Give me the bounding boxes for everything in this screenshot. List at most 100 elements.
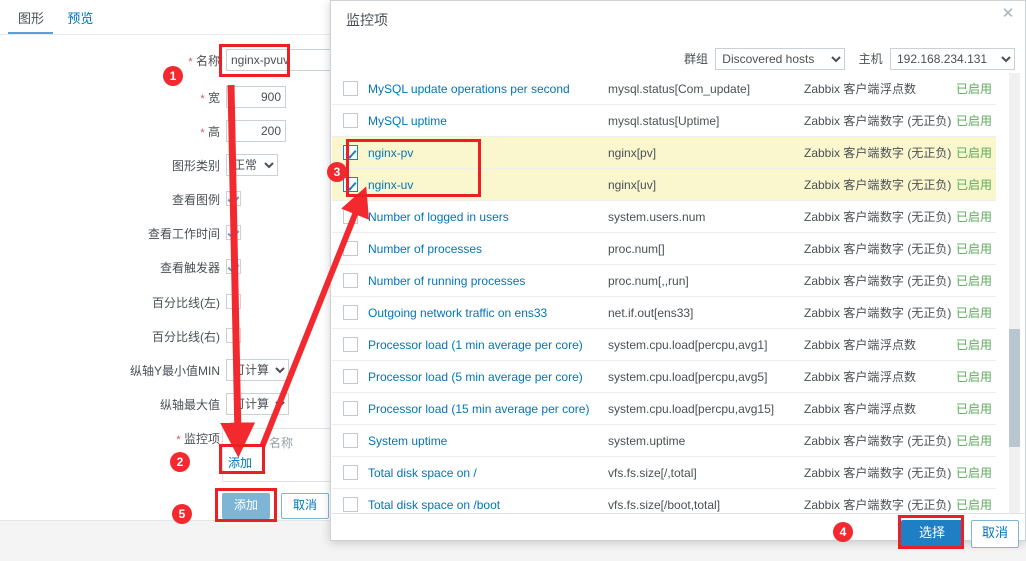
row-checkbox-cell[interactable] [332,200,368,233]
item-list-scroll-area[interactable]: MySQL update operations per second mysql.… [332,73,996,513]
row-checkbox[interactable] [342,273,358,289]
item-name-cell[interactable]: nginx-uv [368,168,608,201]
table-row[interactable]: nginx-uv nginx[uv] Zabbix 客户端 数字 (无正负) 已启用 [332,168,996,201]
group-filter-label: 群组 [683,52,708,66]
row-checkbox-cell[interactable] [332,296,368,329]
item-name-cell[interactable]: Total disk space on /boot [368,488,608,513]
tab-graph[interactable]: 图形 [8,6,54,33]
table-row[interactable]: nginx-pv nginx[pv] Zabbix 客户端 数字 (无正负) 已启用 [332,136,996,169]
graph-type-select[interactable]: 正常 [226,154,278,176]
row-checkbox-cell[interactable] [332,424,368,457]
item-status-cell-text: 已启用 [956,306,993,320]
dialog-scrollbar-track[interactable] [1009,73,1020,513]
percentile-right-checkbox[interactable] [226,328,241,343]
item-key-cell: system.cpu.load[percpu,avg15] [608,392,804,425]
row-checkbox[interactable] [342,433,358,449]
dialog-select-button[interactable]: 选择 [901,520,963,548]
item-name-cell[interactable]: System uptime [368,424,608,457]
graph-width-input[interactable] [226,86,286,108]
item-value-type-cell: 数字 (无正负) [880,232,956,265]
form-submit-button[interactable]: 添加 [222,493,270,519]
form-cancel-button[interactable]: 取消 [281,493,329,519]
tab-preview[interactable]: 预览 [57,6,103,33]
table-row[interactable]: Processor load (5 min average per core) s… [332,360,996,393]
graph-height-input[interactable] [226,120,286,142]
row-checkbox[interactable] [342,177,358,193]
ymax-select[interactable]: 可计算的 [226,393,289,415]
row-checkbox[interactable] [342,113,358,129]
item-value-type-cell: 数字 (无正负) [880,200,956,233]
table-row[interactable]: Outgoing network traffic on ens33 net.if.… [332,296,996,329]
row-checkbox-cell[interactable] [332,488,368,513]
item-name-cell[interactable]: Processor load (1 min average per core) [368,328,608,361]
item-name-cell-text: Processor load (5 min average per core) [368,369,583,384]
table-row[interactable]: Total disk space on /boot vfs.fs.size[/bo… [332,488,996,513]
table-row[interactable]: MySQL uptime mysql.status[Uptime] Zabbix 客… [332,104,996,137]
row-checkbox[interactable] [342,145,358,161]
item-status-cell: 已启用 [956,136,996,169]
row-checkbox[interactable] [342,209,358,225]
table-row[interactable]: Number of processes proc.num[] Zabbix 客户端数… [332,232,996,265]
table-row[interactable]: Processor load (1 min average per core) s… [332,328,996,361]
item-name-cell[interactable]: Outgoing network traffic on ens33 [368,296,608,329]
row-checkbox-cell[interactable] [332,232,368,265]
row-checkbox[interactable] [342,401,358,417]
field-row-show-triggers: 查看触发器 [100,257,220,279]
field-row-height: * 高 [100,121,220,143]
row-checkbox-cell[interactable] [332,360,368,393]
item-status-cell-text: 已启用 [956,434,993,448]
item-name-cell[interactable]: Number of processes [368,232,608,265]
table-row[interactable]: Number of running processes proc.num[,,ru… [332,264,996,297]
table-row[interactable]: Processor load (15 min average per core)… [332,392,996,425]
item-name-cell[interactable]: Number of running processes [368,264,608,297]
item-value-type-cell: 数字 (无正负) [880,264,956,297]
table-row[interactable]: System uptime system.uptime Zabbix 客户端 数字 (… [332,424,996,457]
close-icon[interactable]: ✕ [1001,6,1015,21]
percentile-left-checkbox[interactable] [226,294,241,309]
label-show-legend: 查看图例 [171,193,220,207]
item-name-cell-text: MySQL uptime [368,113,447,128]
table-row[interactable]: Total disk space on / vfs.fs.size[/,total… [332,456,996,489]
row-checkbox-cell[interactable] [332,104,368,137]
table-row[interactable]: Number of logged in users system.users.nu… [332,200,996,233]
host-filter-select[interactable]: 192.168.234.131 [890,48,1015,70]
row-checkbox-cell[interactable] [332,456,368,489]
row-checkbox[interactable] [342,465,358,481]
row-checkbox[interactable] [342,81,358,97]
ymin-select[interactable]: 可计算的 [226,359,289,381]
item-name-cell[interactable]: Processor load (5 min average per core) [368,360,608,393]
item-name-cell[interactable]: nginx-pv [368,136,608,169]
group-filter-select[interactable]: Discovered hosts [715,48,846,70]
row-checkbox-cell[interactable] [332,264,368,297]
row-checkbox[interactable] [342,305,358,321]
show-legend-checkbox[interactable] [226,191,241,206]
item-key-cell: mysql.status[Uptime] [608,104,804,137]
row-checkbox[interactable] [342,369,358,385]
row-checkbox[interactable] [342,497,358,513]
item-status-cell: 已启用 [956,360,996,393]
table-row[interactable]: MySQL update operations per second mysql.… [332,73,996,105]
items-add-link[interactable]: 添加 [228,456,253,472]
item-type-cell: Zabbix 客户端 [804,264,880,297]
item-name-cell[interactable]: Total disk space on / [368,456,608,489]
item-status-cell: 已启用 [956,488,996,513]
row-checkbox[interactable] [342,241,358,257]
row-checkbox[interactable] [342,337,358,353]
dialog-scrollbar-thumb[interactable] [1009,329,1020,447]
dialog-cancel-button[interactable]: 取消 [971,520,1019,548]
item-value-type-cell: 浮点数 [880,328,956,361]
item-name-cell[interactable]: MySQL uptime [368,104,608,137]
item-name-cell[interactable]: MySQL update operations per second [368,73,608,105]
annotation-badge-5: 5 [172,504,192,524]
item-type-cell-text: Zabbix 客户端 [804,466,880,480]
item-name-cell[interactable]: Processor load (15 min average per core) [368,392,608,425]
row-checkbox-cell[interactable] [332,392,368,425]
row-checkbox-cell[interactable] [332,328,368,361]
show-working-time-checkbox[interactable] [226,225,241,240]
row-checkbox-cell[interactable] [332,73,368,105]
item-name-cell[interactable]: Number of logged in users [368,200,608,233]
item-name-cell-text: nginx-pv [368,145,414,160]
item-type-cell-text: Zabbix 客户端 [804,434,880,448]
item-name-cell-text: Total disk space on /boot [368,497,501,512]
show-triggers-checkbox[interactable] [226,259,241,274]
